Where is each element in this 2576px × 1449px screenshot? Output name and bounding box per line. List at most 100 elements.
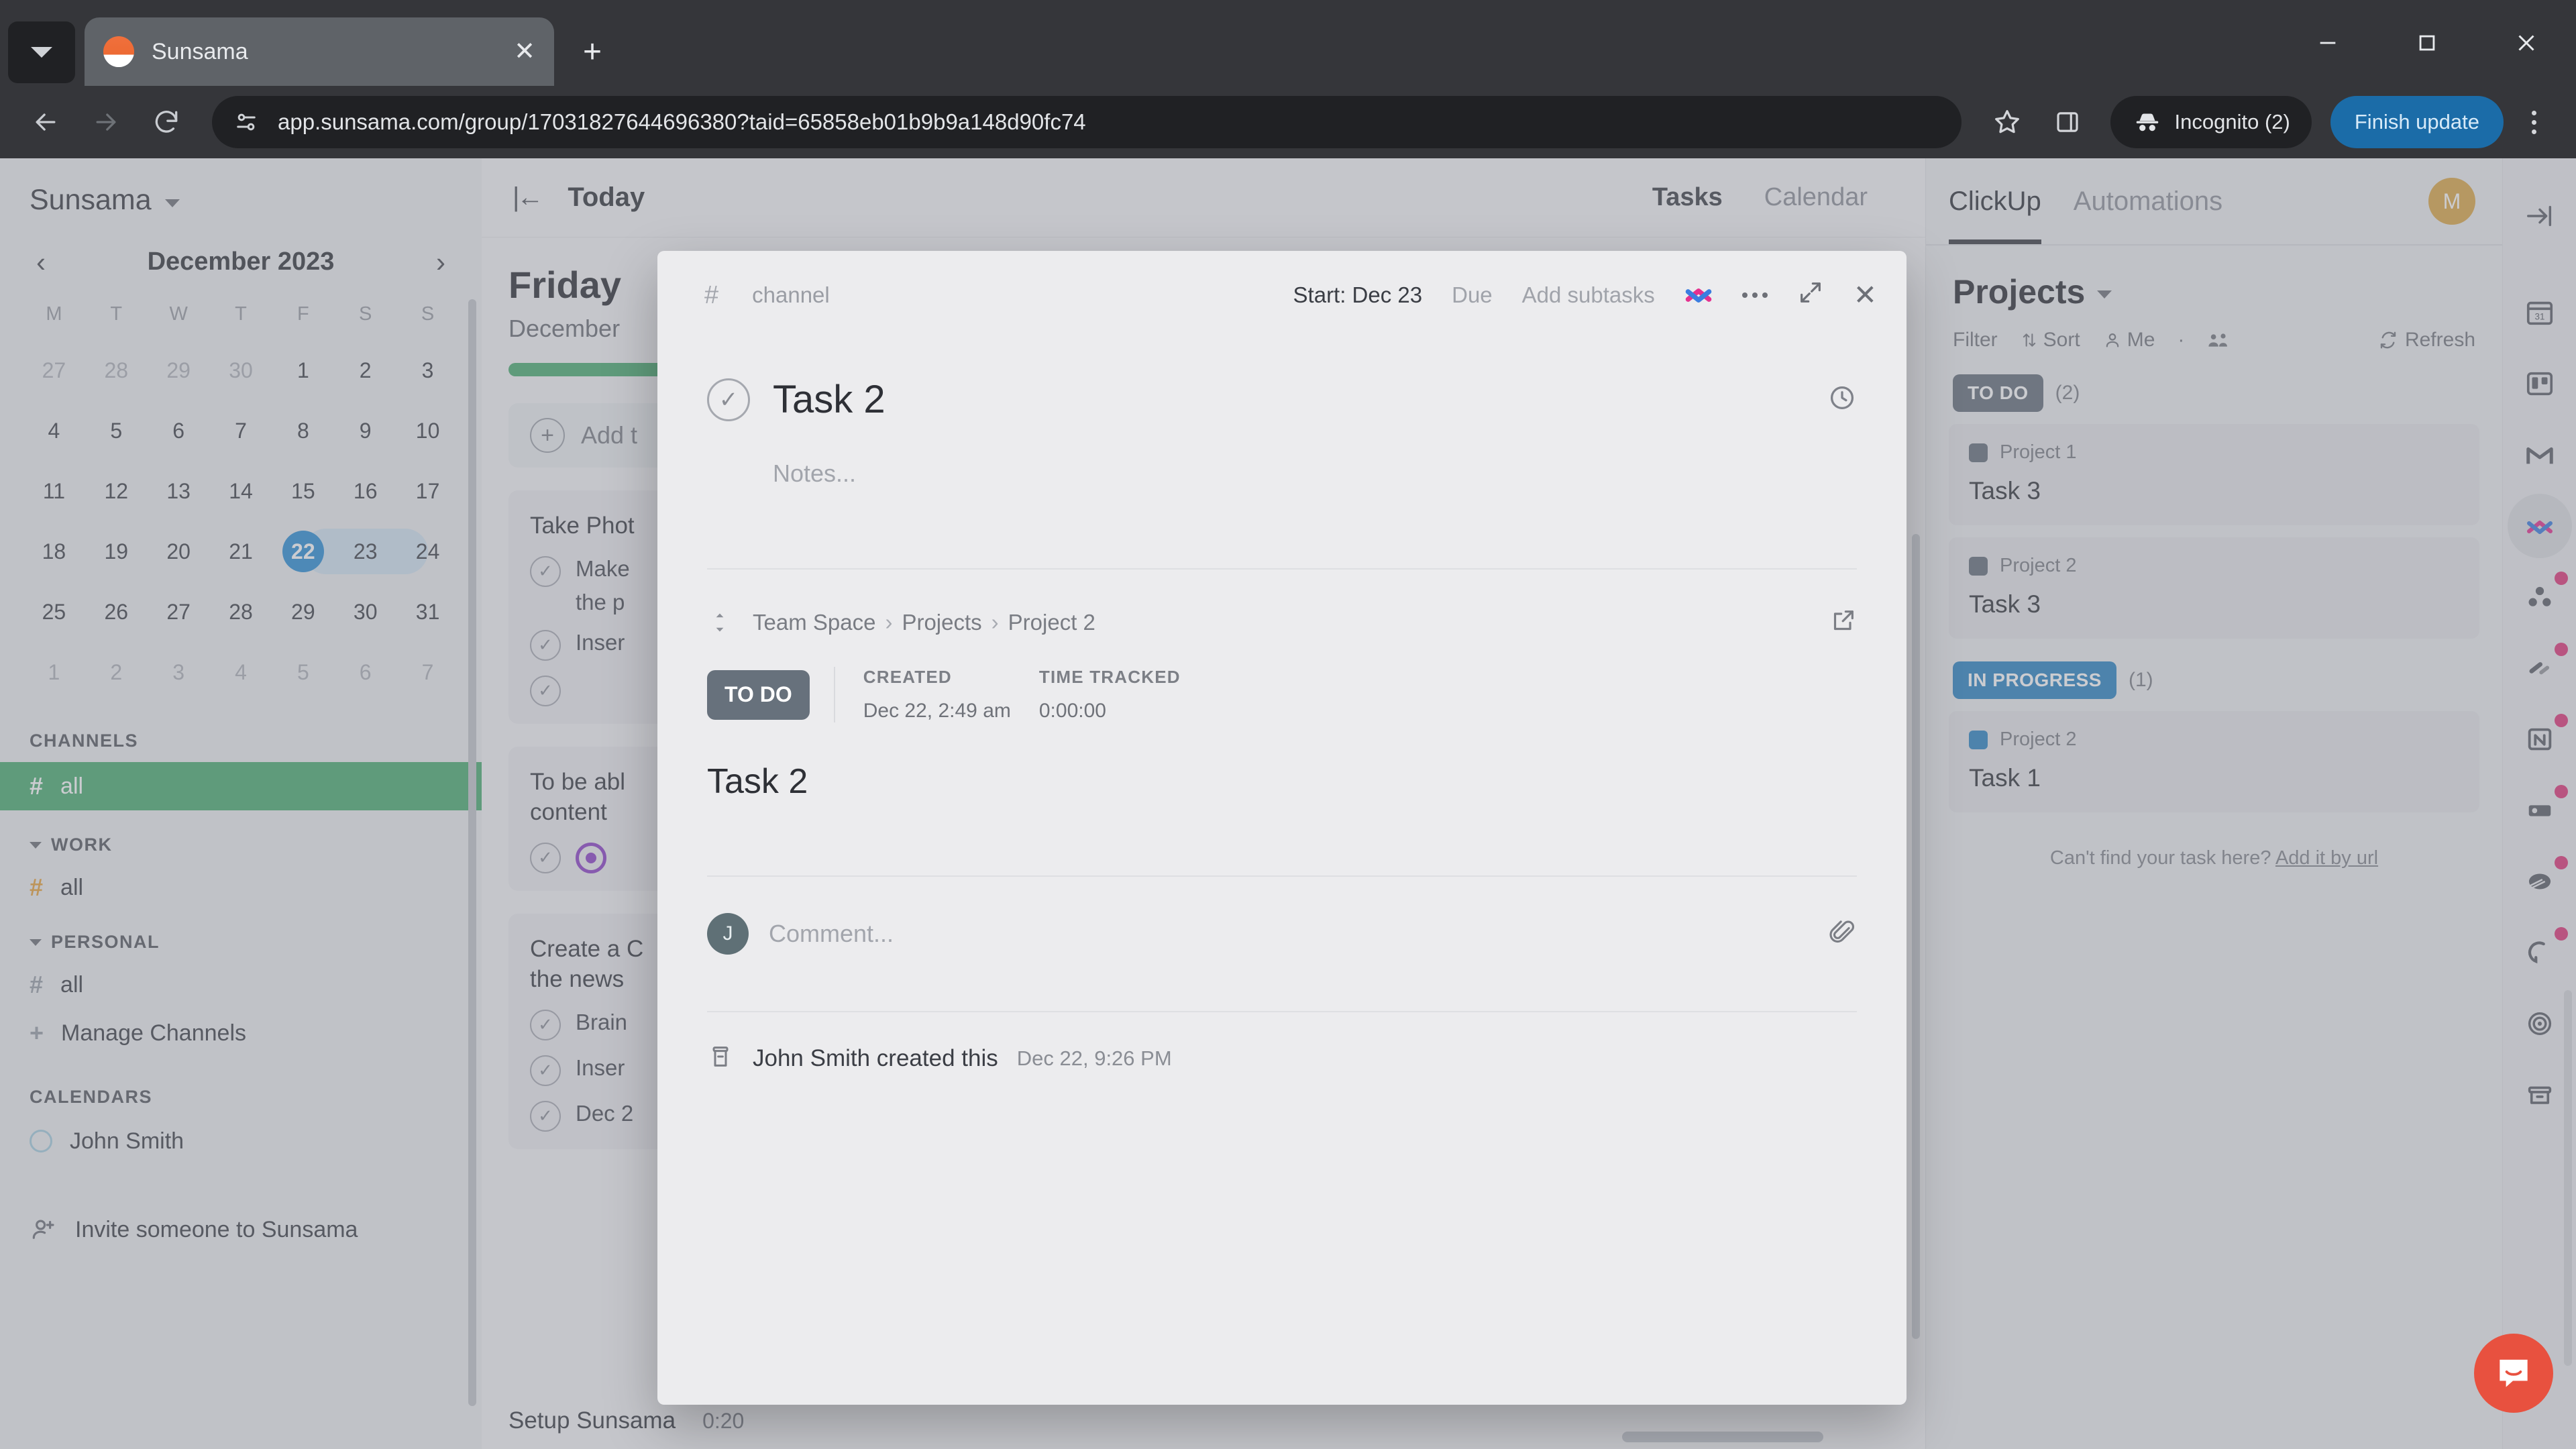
calendar-day-9[interactable]: 9 <box>334 400 396 461</box>
day-column-hscrollbar[interactable] <box>1622 1432 1823 1442</box>
today-button[interactable]: Today <box>568 182 645 213</box>
assignee-group-button[interactable] <box>2207 330 2231 350</box>
calendar-day-29[interactable]: 29 <box>272 582 334 642</box>
close-window-button[interactable] <box>2477 0 2576 86</box>
calendar-day-2[interactable]: 2 <box>85 642 148 702</box>
sidebar-calendar-john-smith[interactable]: John Smith <box>0 1117 482 1165</box>
calendar-day-19[interactable]: 19 <box>85 521 148 582</box>
calendar-day-13[interactable]: 13 <box>148 461 210 521</box>
address-bar[interactable]: app.sunsama.com/group/17031827644696380?… <box>212 96 1962 148</box>
tab-tasks[interactable]: Tasks <box>1652 183 1723 212</box>
tab-automations[interactable]: Automations <box>2074 158 2222 244</box>
collapse-panel-icon[interactable] <box>2508 184 2572 248</box>
calendar-day-11[interactable]: 11 <box>23 461 85 521</box>
status-badge[interactable]: TO DO <box>707 669 810 720</box>
refresh-button[interactable]: Refresh <box>2378 329 2475 352</box>
checkbox-icon[interactable]: ✓ <box>530 1009 561 1040</box>
clickup-icon[interactable] <box>2507 494 2572 558</box>
sidebar-channel-all[interactable]: # all <box>0 762 482 810</box>
collapse-sidebar-icon[interactable]: |← <box>513 182 543 213</box>
task-complete-checkbox[interactable]: ✓ <box>707 378 750 421</box>
calendar-day-6[interactable]: 6 <box>148 400 210 461</box>
avatar[interactable]: M <box>2428 178 2475 225</box>
add-by-url-link[interactable]: Add it by url <box>2275 847 2378 869</box>
task-title[interactable]: Task 2 <box>773 377 885 422</box>
reload-button[interactable] <box>140 95 193 149</box>
tab-calendar[interactable]: Calendar <box>1764 183 1868 212</box>
asana-icon[interactable] <box>2508 565 2572 629</box>
modal-channel-selector[interactable]: channel <box>752 282 830 308</box>
calendar-day-10[interactable]: 10 <box>396 400 459 461</box>
manage-channels-button[interactable]: + Manage Channels <box>0 1009 482 1057</box>
calendar-day-17[interactable]: 17 <box>396 461 459 521</box>
sort-button[interactable]: Sort <box>2021 329 2080 352</box>
breadcrumb-item-team-space[interactable]: Team Space <box>753 610 875 635</box>
calendar-day-3[interactable]: 3 <box>148 642 210 702</box>
linear-icon[interactable] <box>2508 636 2572 700</box>
filter-button[interactable]: Filter <box>1953 329 1998 352</box>
new-tab-button[interactable]: + <box>569 28 616 75</box>
calendar-day-6[interactable]: 6 <box>334 642 396 702</box>
side-panel-button[interactable] <box>2041 95 2094 149</box>
sidebar-group-personal[interactable]: PERSONAL <box>0 932 482 953</box>
calendar-day-24[interactable]: 24 <box>395 521 459 582</box>
calendar-day-27[interactable]: 27 <box>23 340 85 400</box>
status-badge[interactable]: IN PROGRESS <box>1953 661 2116 699</box>
google-calendar-icon[interactable]: 31 <box>2508 280 2572 345</box>
time-estimate-button[interactable] <box>1827 383 1857 416</box>
calendar-day-31[interactable]: 31 <box>396 582 459 642</box>
close-modal-button[interactable]: ✕ <box>1854 281 1877 309</box>
calendar-day-7[interactable]: 7 <box>210 400 272 461</box>
calendar-day-21[interactable]: 21 <box>210 521 272 582</box>
task-card[interactable]: Project 2 Task 3 <box>1949 537 2479 639</box>
checkbox-icon[interactable]: ✓ <box>530 555 561 587</box>
status-badge[interactable]: TO DO <box>1953 374 2043 412</box>
comment-input[interactable]: Comment... <box>769 920 1807 948</box>
calendar-day-1[interactable]: 1 <box>23 642 85 702</box>
minimize-button[interactable] <box>2278 0 2377 86</box>
calendar-day-23[interactable]: 23 <box>333 521 398 582</box>
calendar-day-28[interactable]: 28 <box>85 340 148 400</box>
calendar-day-5[interactable]: 5 <box>272 642 334 702</box>
calendar-day-2[interactable]: 2 <box>334 340 396 400</box>
open-external-link-button[interactable] <box>1830 607 1857 637</box>
checkbox-icon[interactable]: ✓ <box>530 1055 561 1086</box>
intercom-chat-button[interactable] <box>2474 1334 2553 1413</box>
assignee-me-button[interactable]: Me <box>2103 329 2155 352</box>
sidebar-channel-personal-all[interactable]: # all <box>0 961 482 1009</box>
attachment-icon[interactable] <box>1827 918 1857 951</box>
calendar-day-5[interactable]: 5 <box>85 400 148 461</box>
start-date-button[interactable]: Start: Dec 23 <box>1293 282 1423 308</box>
calendar-prev-month-button[interactable]: ‹ <box>32 248 50 276</box>
sidebar-channel-work-all[interactable]: # all <box>0 863 482 912</box>
task-card[interactable]: Project 1 Task 3 <box>1949 424 2479 525</box>
incognito-profile-button[interactable]: Incognito (2) <box>2110 96 2312 148</box>
calendar-day-7[interactable]: 7 <box>396 642 459 702</box>
bookmark-button[interactable] <box>1980 95 2034 149</box>
calendar-day-4[interactable]: 4 <box>210 642 272 702</box>
checkbox-icon[interactable]: ✓ <box>530 1100 561 1132</box>
calendar-day-29[interactable]: 29 <box>148 340 210 400</box>
forward-button[interactable] <box>79 95 133 149</box>
tab-clickup[interactable]: ClickUp <box>1949 158 2041 244</box>
browser-tab[interactable]: Sunsama ✕ <box>85 17 554 86</box>
calendar-day-14[interactable]: 14 <box>210 461 272 521</box>
calendar-day-27[interactable]: 27 <box>148 582 210 642</box>
add-subtasks-button[interactable]: Add subtasks <box>1522 282 1655 308</box>
calendar-day-16[interactable]: 16 <box>334 461 396 521</box>
workspace-switcher[interactable]: Sunsama <box>0 158 482 217</box>
calendar-day-18[interactable]: 18 <box>23 521 85 582</box>
calendar-day-22[interactable]: 22 <box>272 521 336 582</box>
due-date-button[interactable]: Due <box>1452 282 1493 308</box>
checkbox-icon[interactable]: ✓ <box>530 842 561 873</box>
calendar-day-28[interactable]: 28 <box>210 582 272 642</box>
checkbox-icon[interactable]: ✓ <box>530 629 561 661</box>
github-icon[interactable] <box>2508 920 2572 985</box>
calendar-day-30[interactable]: 30 <box>210 340 272 400</box>
chrome-menu-button[interactable] <box>2510 95 2557 149</box>
notes-field[interactable]: Notes... <box>707 422 1857 488</box>
close-icon[interactable]: ✕ <box>514 39 535 64</box>
calendar-day-30[interactable]: 30 <box>334 582 396 642</box>
projects-dropdown[interactable]: Projects <box>1926 246 2502 311</box>
archive-icon[interactable] <box>2508 1063 2572 1127</box>
